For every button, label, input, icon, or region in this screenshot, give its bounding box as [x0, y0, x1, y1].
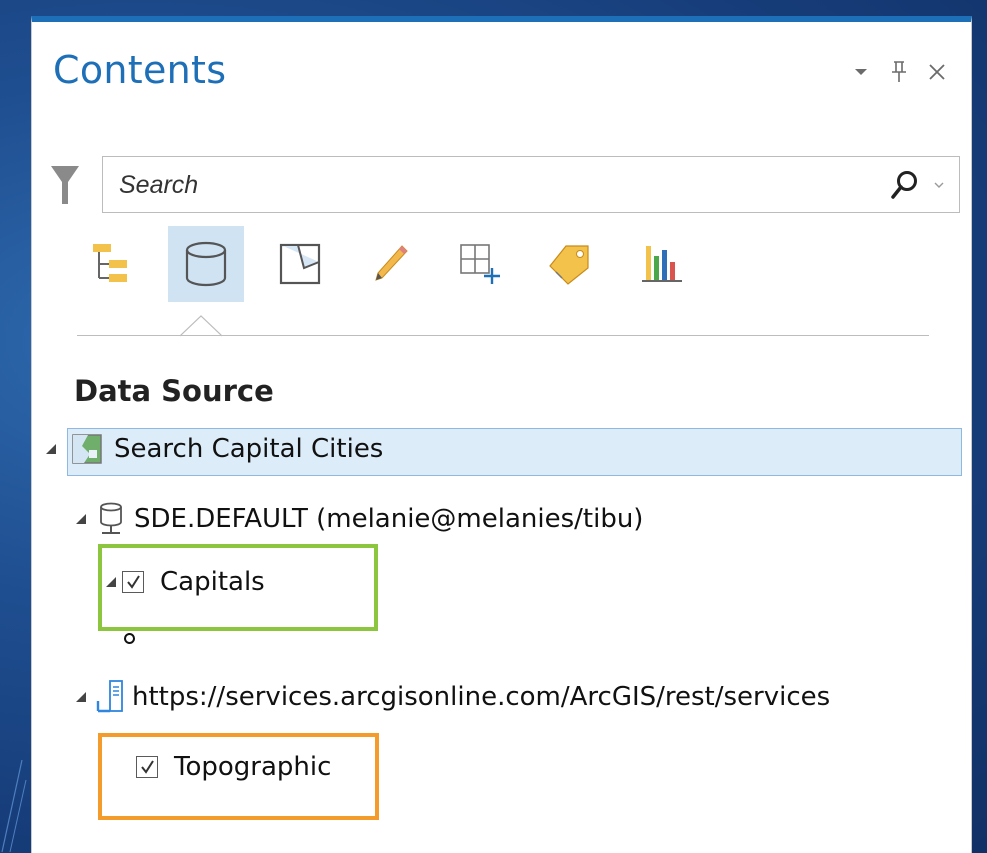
close-icon[interactable] — [925, 60, 949, 84]
contents-pane: Contents Search Data Source Search Capit… — [31, 16, 972, 853]
search-options-chevron-icon[interactable] — [934, 181, 944, 189]
tree-item-service[interactable]: https://services.arcgisonline.com/ArcGIS… — [74, 679, 830, 715]
pin-icon[interactable] — [887, 60, 911, 84]
expand-triangle-icon[interactable] — [74, 690, 88, 704]
search-box — [102, 156, 960, 213]
active-tab-indicator — [180, 315, 222, 337]
list-by-snapping-button[interactable] — [442, 226, 518, 302]
map-label: Search Capital Cities — [114, 434, 384, 464]
database-icon — [100, 502, 122, 534]
data-source-icon — [185, 241, 227, 287]
list-by-drawing-order-button[interactable] — [72, 226, 148, 302]
orange-callout-box — [98, 733, 379, 820]
section-title: Data Source — [74, 374, 274, 408]
search-icon[interactable] — [891, 170, 919, 200]
tree-item-map[interactable]: Search Capital Cities — [44, 434, 383, 464]
editing-icon — [375, 245, 408, 281]
list-by-charts-button[interactable] — [624, 226, 700, 302]
expand-triangle-icon[interactable] — [74, 512, 88, 526]
database-label: SDE.DEFAULT (melanie@melanies/tibu) — [134, 504, 644, 534]
labeling-icon — [549, 245, 589, 285]
list-by-editing-button[interactable] — [352, 226, 428, 302]
options-dropdown-icon[interactable] — [849, 60, 873, 84]
charts-icon — [642, 246, 682, 282]
map-icon — [72, 434, 102, 464]
selection-icon — [279, 243, 321, 285]
expand-triangle-icon[interactable] — [44, 442, 58, 456]
point-symbol-icon[interactable] — [124, 633, 135, 644]
pane-title: Contents — [53, 48, 227, 92]
filter-icon[interactable] — [50, 164, 80, 206]
search-input[interactable] — [117, 166, 861, 204]
green-callout-box — [98, 544, 378, 631]
tree-item-database[interactable]: SDE.DEFAULT (melanie@melanies/tibu) — [74, 502, 643, 536]
snapping-icon — [460, 244, 500, 284]
service-label: https://services.arcgisonline.com/ArcGIS… — [132, 682, 831, 712]
tab-divider — [77, 335, 929, 336]
pane-window-controls — [849, 60, 949, 84]
list-by-labeling-button[interactable] — [532, 226, 608, 302]
list-by-data-source-button[interactable] — [168, 226, 244, 302]
drawing-order-icon — [93, 244, 127, 282]
list-by-selection-button[interactable] — [262, 226, 338, 302]
server-icon — [96, 680, 123, 713]
